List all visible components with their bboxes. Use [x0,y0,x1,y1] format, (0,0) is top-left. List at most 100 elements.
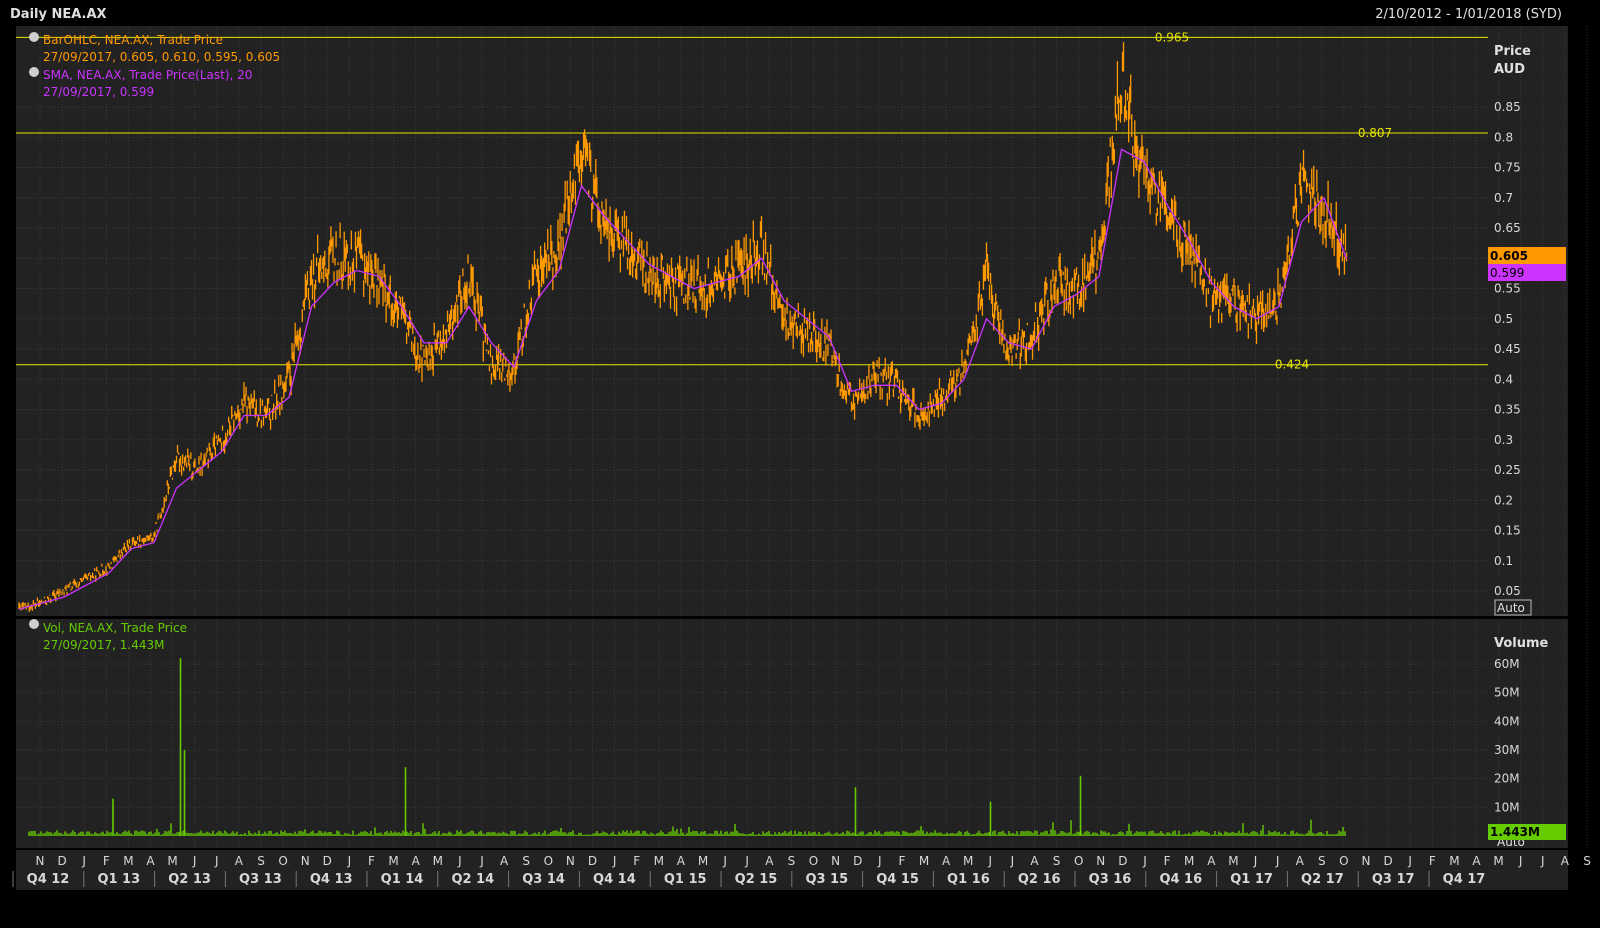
globe-icon[interactable] [29,32,39,42]
month-tick-label: A [412,854,421,868]
month-tick-label: F [103,854,110,868]
price-auto-label[interactable]: Auto [1497,601,1525,615]
month-tick-label: N [831,854,840,868]
month-tick-label: J [1518,854,1523,868]
quarter-tick-label: Q4 14 [593,872,636,887]
month-tick-label: D [323,854,332,868]
quarter-tick-label: Q3 14 [522,872,565,887]
month-tick-label: M [167,854,177,868]
month-tick-label: J [457,854,462,868]
month-tick-label: M [1228,854,1238,868]
quarter-tick-label: Q4 15 [876,872,919,887]
month-tick-label: J [1010,854,1015,868]
month-tick-label: M [123,854,133,868]
month-tick-label: D [1383,854,1392,868]
price-legend-line2: 27/09/2017, 0.605, 0.610, 0.595, 0.605 [43,50,280,64]
month-tick-label: O [544,854,553,868]
quarter-tick-label: Q1 14 [381,872,424,887]
month-tick-label: S [257,854,265,868]
last-sma-label: 0.599 [1490,266,1524,280]
month-tick-label: J [744,854,749,868]
month-tick-label: A [235,854,244,868]
price-tick-label: 0.4 [1494,372,1513,386]
month-tick-label: S [1318,854,1326,868]
month-tick-label: F [1429,854,1436,868]
price-tick-label: 0.55 [1494,282,1521,296]
month-tick-label: N [566,854,575,868]
month-tick-label: J [81,854,86,868]
month-tick-label: J [1253,854,1258,868]
month-tick-label: S [1583,854,1591,868]
price-tick-label: 0.25 [1494,463,1521,477]
sma-legend-line1: SMA, NEA.AX, Trade Price(Last), 20 [43,68,252,82]
globe-icon[interactable] [29,67,39,77]
price-tick-label: 0.35 [1494,403,1521,417]
month-tick-label: J [988,854,993,868]
quarter-tick-label: Q1 15 [664,872,707,887]
month-tick-label: O [278,854,287,868]
month-tick-label: A [765,854,774,868]
month-tick-label: J [722,854,727,868]
quarter-tick-label: Q4 16 [1159,872,1202,887]
globe-icon[interactable] [29,619,39,629]
month-tick-label: A [1561,854,1570,868]
month-tick-label: A [1030,854,1039,868]
month-tick-label: O [1339,854,1348,868]
price-tick-label: 0.7 [1494,191,1513,205]
quarter-tick-label: Q1 13 [97,872,140,887]
quarter-tick-label: Q2 13 [168,872,211,887]
volume-legend-line1: Vol, NEA.AX, Trade Price [43,621,187,635]
stock-chart: Daily NEA.AX 2/10/2012 - 1/01/2018 (SYD)… [0,0,1600,928]
price-tick-label: 0.75 [1494,161,1521,175]
volume-axis-title: Volume [1494,636,1549,651]
month-tick-label: M [654,854,664,868]
hline-label: 0.965 [1155,30,1189,44]
volume-tick-label: 40M [1494,714,1520,728]
quarter-tick-label: Q4 12 [27,872,70,887]
hline-label: 0.424 [1275,358,1309,372]
hline-label: 0.807 [1358,126,1392,140]
month-tick-label: M [1493,854,1503,868]
month-tick-label: A [146,854,155,868]
month-tick-label: J [347,854,352,868]
volume-tick-label: 60M [1494,657,1520,671]
month-tick-label: S [788,854,796,868]
price-tick-label: 0.15 [1494,524,1521,538]
month-tick-label: N [301,854,310,868]
chart-title: Daily NEA.AX [10,7,107,22]
month-tick-label: N [36,854,45,868]
price-tick-label: 0.85 [1494,100,1521,114]
quarter-tick-label: Q2 15 [735,872,778,887]
quarter-tick-label: Q2 14 [451,872,494,887]
quarter-tick-label: Q4 17 [1443,872,1486,887]
month-tick-label: J [1142,854,1147,868]
price-tick-label: 0.3 [1494,433,1513,447]
month-tick-label: N [1096,854,1105,868]
date-range: 2/10/2012 - 1/01/2018 (SYD) [1375,7,1562,22]
month-tick-label: A [1296,854,1305,868]
month-tick-label: J [1540,854,1545,868]
quarter-tick-label: Q3 17 [1372,872,1415,887]
month-tick-label: D [853,854,862,868]
month-tick-label: F [898,854,905,868]
month-tick-label: O [809,854,818,868]
price-legend-line1: BarOHLC, NEA.AX, Trade Price [43,33,223,47]
month-tick-label: J [192,854,197,868]
month-tick-label: S [1053,854,1061,868]
price-axis-title: Price [1494,44,1531,59]
quarter-tick-label: Q1 16 [947,872,990,887]
sma-legend-line2: 27/09/2017, 0.599 [43,85,154,99]
month-tick-label: A [942,854,951,868]
quarter-tick-label: Q2 16 [1018,872,1061,887]
month-tick-label: A [1472,854,1481,868]
quarter-tick-label: Q4 13 [310,872,353,887]
month-tick-label: J [1407,854,1412,868]
month-tick-label: A [500,854,509,868]
month-tick-label: J [612,854,617,868]
price-tick-label: 0.65 [1494,221,1521,235]
month-tick-label: O [1074,854,1083,868]
quarter-tick-label: Q2 17 [1301,872,1344,887]
month-tick-label: J [1275,854,1280,868]
month-tick-label: M [388,854,398,868]
month-tick-label: F [1164,854,1171,868]
